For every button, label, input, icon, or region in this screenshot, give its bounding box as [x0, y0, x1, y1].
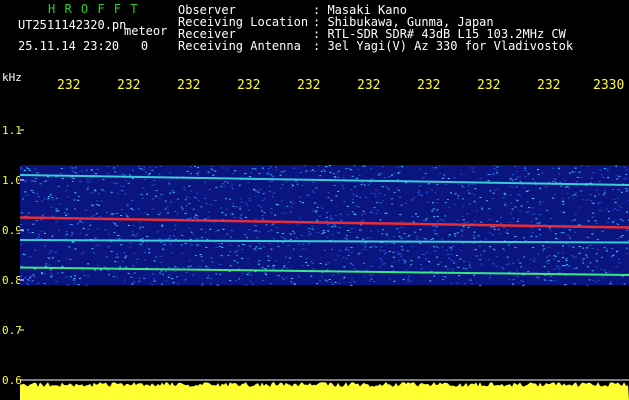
x-tick-label: 232 — [117, 78, 141, 93]
y-unit-label: kHz — [2, 71, 22, 84]
info-value: : 3el Yagi(V) Az 330 for Vladivostok — [313, 39, 574, 53]
x-tick-label: 232 — [477, 78, 501, 93]
x-tick-label: 232 — [537, 78, 561, 93]
x-tick-label: 232 — [237, 78, 261, 93]
counter-value: 0 — [140, 39, 149, 53]
hrofft-logo: H R O F F T — [48, 2, 139, 16]
x-tick-label: 232 — [57, 78, 81, 93]
y-tick-label: 0.9 — [2, 224, 22, 237]
y-tick-label: 1.1 — [2, 124, 22, 137]
x-tick-label: 232 — [297, 78, 321, 93]
info-label: Receiving Antenna — [178, 39, 301, 53]
meteor-label: meteor — [124, 24, 168, 38]
filename-label: UT2511142320.pn — [18, 18, 127, 32]
y-tick-label: 0.6 — [2, 374, 22, 387]
y-tick-label: 0.7 — [2, 324, 22, 337]
noise-floor-fill — [20, 382, 629, 400]
y-tick-label: 0.8 — [2, 274, 22, 287]
spectrogram-canvas — [20, 129, 629, 400]
x-tick-label: 232 — [177, 78, 201, 93]
x-tick-label: 2330 — [593, 78, 625, 93]
datetime-value: 25.11.14 23:20 — [18, 39, 120, 53]
spectrogram-plot — [20, 96, 629, 400]
datetime-label: 25.11.14 23:20 0 — [18, 40, 148, 52]
x-tick-label: 232 — [417, 78, 441, 93]
x-tick-label: 232 — [357, 78, 381, 93]
y-tick-label: 1.0 — [2, 174, 22, 187]
